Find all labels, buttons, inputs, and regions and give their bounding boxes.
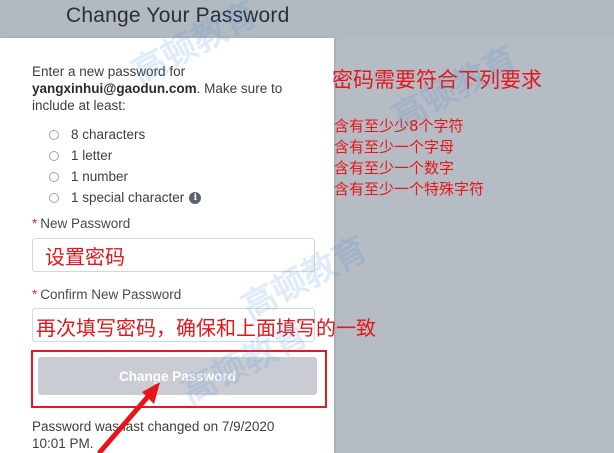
confirm-annotation: 再次填写密码，确保和上面填写的一致 [36,316,376,340]
annotation-item: 含有至少少8个字符 [334,117,464,135]
info-icon[interactable]: i [189,191,202,204]
requirement-text: 1 letter [71,148,113,163]
annotation-item: 含有至少一个字母 [334,138,455,156]
requirement-text: 8 characters [71,127,146,142]
status-circle-icon [49,192,59,203]
page-title: Change Your Password [66,4,290,27]
new-password-value: 设置密码 [45,244,125,269]
required-marker: * [32,216,38,231]
annotation-title: 密码需要符合下列要求 [332,68,542,92]
requirement-text: 1 special character [71,190,185,205]
user-email: yangxinhui@gaodun.com [32,81,197,96]
required-marker: * [32,287,38,302]
requirement-item: 1 special character i [49,187,202,208]
requirement-item: 1 number [49,166,201,187]
arrow-annotation-icon [97,382,160,453]
annotation-list: 含有至少少8个字符 含有至少一个字母 含有至少一个数字 含有至少一个特殊字符 [334,116,484,200]
status-circle-icon [49,150,59,161]
requirement-text: 1 number [71,169,129,184]
confirm-password-label-text: Confirm New Password [40,287,182,302]
new-password-label: * New Password [32,216,130,231]
instructions-prefix: Enter a new password for [32,64,186,79]
change-password-button[interactable]: Change Password [38,357,317,395]
annotation-item: 含有至少一个特殊字符 [334,180,485,198]
status-circle-icon [49,129,59,140]
instructions-text: Enter a new password for yangxinhui@gaod… [32,63,322,114]
requirements-list: 8 characters 1 letter 1 number 1 special… [49,124,202,208]
confirm-password-label: * Confirm New Password [32,287,181,302]
annotation-item: 含有至少一个数字 [334,159,455,177]
new-password-input[interactable]: 设置密码 [32,238,315,272]
requirement-item: 1 letter [49,145,201,166]
status-circle-icon [49,171,59,182]
requirement-item: 8 characters [49,124,201,145]
new-password-label-text: New Password [40,216,131,231]
